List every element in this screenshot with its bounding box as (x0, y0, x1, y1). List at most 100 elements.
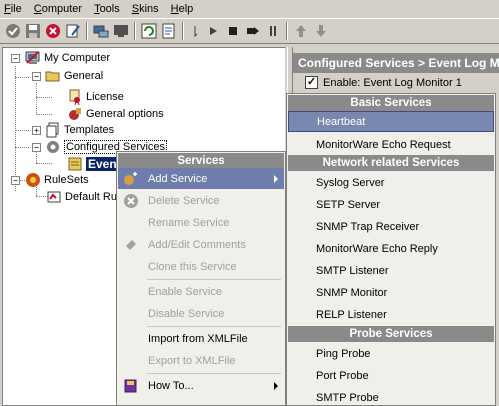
submenu-item-snmp-trap[interactable]: SNMP Trap Receiver (288, 216, 494, 237)
tree-node-license[interactable]: License (67, 89, 124, 106)
toolbar-separator (86, 22, 88, 40)
menu-help[interactable]: Help (171, 3, 194, 15)
play-icon[interactable] (204, 22, 222, 40)
tree-line (36, 114, 52, 115)
menu-skins[interactable]: Skins (132, 3, 159, 15)
tree-node-rulesets[interactable]: RuleSets (25, 172, 89, 188)
menu-item-label: Import from XMLFile (148, 332, 248, 345)
toolbar-separator (182, 22, 184, 40)
monitor-icon[interactable] (112, 22, 130, 40)
menu-separator (147, 326, 281, 327)
rulesets-icon (25, 172, 41, 188)
arrow-up-icon[interactable] (292, 22, 310, 40)
menu-item-add-service[interactable]: Add Service (118, 168, 284, 189)
collapse-toggle[interactable]: − (32, 72, 41, 81)
collapse-toggle[interactable]: − (11, 176, 20, 185)
menu-item-rename-service[interactable]: Rename Service (118, 212, 284, 233)
submenu-item-smtp-listener[interactable]: SMTP Listener (288, 260, 494, 281)
tree-line (15, 66, 16, 191)
submenu-item-syslog-server[interactable]: Syslog Server (288, 172, 494, 193)
context-menu: Services Add Service Delete Service Rena… (116, 151, 286, 406)
computer-icon (25, 50, 41, 66)
menu-item-import-xml[interactable]: Import from XMLFile (118, 328, 284, 349)
submenu-item-label: SNMP Trap Receiver (316, 220, 420, 233)
tree-label: RuleSets (44, 174, 89, 186)
arrow-down-icon[interactable] (312, 22, 330, 40)
menu-item-label: Add/Edit Comments (148, 238, 246, 251)
menu-item-how-to[interactable]: How To... (118, 375, 284, 396)
menu-item-label: Delete Service (148, 194, 220, 207)
menu-computer[interactable]: Computer (34, 3, 82, 15)
tree-label: General (64, 70, 104, 82)
submenu-item-echo-request[interactable]: MonitorWare Echo Request (288, 134, 494, 155)
submenu-item-setp-server[interactable]: SETP Server (288, 194, 494, 215)
menu-tools[interactable]: Tools (94, 3, 120, 15)
enable-checkbox[interactable] (305, 75, 318, 89)
menu-item-disable-service[interactable]: Disable Service (118, 303, 284, 324)
tree-line (15, 130, 29, 131)
menu-item-export-xml[interactable]: Export to XMLFile (118, 350, 284, 371)
submenu-item-relp-listener[interactable]: RELP Listener (288, 304, 494, 325)
menu-file[interactable]: File (4, 3, 22, 15)
submenu-item-smtp-probe[interactable]: SMTP Probe (288, 387, 494, 406)
tree-label: General options (86, 108, 164, 120)
templates-icon (45, 122, 61, 138)
tree-label: My Computer (44, 52, 111, 64)
toolbar-separator (286, 22, 288, 40)
context-menu-header: Services (118, 153, 284, 169)
script-icon[interactable] (160, 22, 178, 40)
menu-item-delete-service[interactable]: Delete Service (118, 190, 284, 211)
pause-icon[interactable] (264, 22, 282, 40)
book-icon (123, 378, 139, 394)
submenu-arrow-icon (274, 382, 278, 390)
stop-square-icon[interactable] (224, 22, 242, 40)
edit-icon[interactable] (64, 22, 82, 40)
enable-label: Enable: Event Log Monitor 1 (323, 76, 462, 89)
menu-item-clone-service[interactable]: Clone this Service (118, 256, 284, 277)
submenu-item-heartbeat[interactable]: Heartbeat (288, 111, 494, 132)
menu-item-label: Rename Service (148, 216, 230, 229)
expand-toggle[interactable]: + (32, 126, 41, 135)
submenu-item-label: Ping Probe (316, 347, 371, 360)
tree-line (15, 147, 29, 148)
stop-icon[interactable] (44, 22, 62, 40)
menu-separator (147, 279, 281, 280)
submenu-header-probe: Probe Services (288, 326, 494, 342)
collapse-toggle[interactable]: − (32, 143, 41, 152)
submenu-item-label: Heartbeat (317, 115, 366, 128)
submenu-item-label: SMTP Probe (316, 391, 379, 404)
options-icon (67, 106, 83, 122)
submenu-item-label: SMTP Listener (316, 264, 389, 277)
menu-item-add-edit-comments[interactable]: Add/Edit Comments (118, 234, 284, 255)
menu-item-label: Export to XMLFile (148, 354, 236, 367)
comment-icon (123, 237, 139, 253)
tree-node-my-computer[interactable]: My Computer (25, 50, 110, 66)
submenu-item-ping-probe[interactable]: Ping Probe (288, 343, 494, 364)
menu-item-label: How To... (148, 379, 194, 392)
submenu-item-echo-reply[interactable]: MonitorWare Echo Reply (288, 238, 494, 259)
save-icon[interactable] (24, 22, 42, 40)
folder-icon (45, 68, 61, 84)
submenu-item-label: Syslog Server (316, 176, 385, 189)
tree-node-general[interactable]: General (45, 68, 103, 84)
collapse-toggle[interactable]: − (11, 54, 20, 63)
submenu-header-basic: Basic Services (288, 95, 494, 111)
enable-checkbox-row[interactable]: Enable: Event Log Monitor 1 (305, 75, 462, 89)
refresh-icon[interactable] (140, 22, 158, 40)
add-service-icon (123, 171, 139, 187)
tree-node-templates[interactable]: Templates (45, 122, 114, 138)
submenu-item-label: SNMP Monitor (316, 286, 388, 299)
submenu-item-snmp-monitor[interactable]: SNMP Monitor (288, 282, 494, 303)
tree-line (36, 97, 52, 98)
submenu-arrow-icon (274, 175, 278, 183)
tree-node-general-options[interactable]: General options (67, 106, 164, 122)
check-icon[interactable] (4, 22, 22, 40)
step-forward-icon[interactable] (244, 22, 262, 40)
add-service-submenu: Basic Services Heartbeat MonitorWare Ech… (286, 93, 496, 406)
toolbar-separator (134, 22, 136, 40)
menu-item-label: Disable Service (148, 307, 225, 320)
toolbar (0, 18, 499, 44)
menu-item-enable-service[interactable]: Enable Service (118, 281, 284, 302)
network-icon[interactable] (92, 22, 110, 40)
submenu-item-port-probe[interactable]: Port Probe (288, 365, 494, 386)
